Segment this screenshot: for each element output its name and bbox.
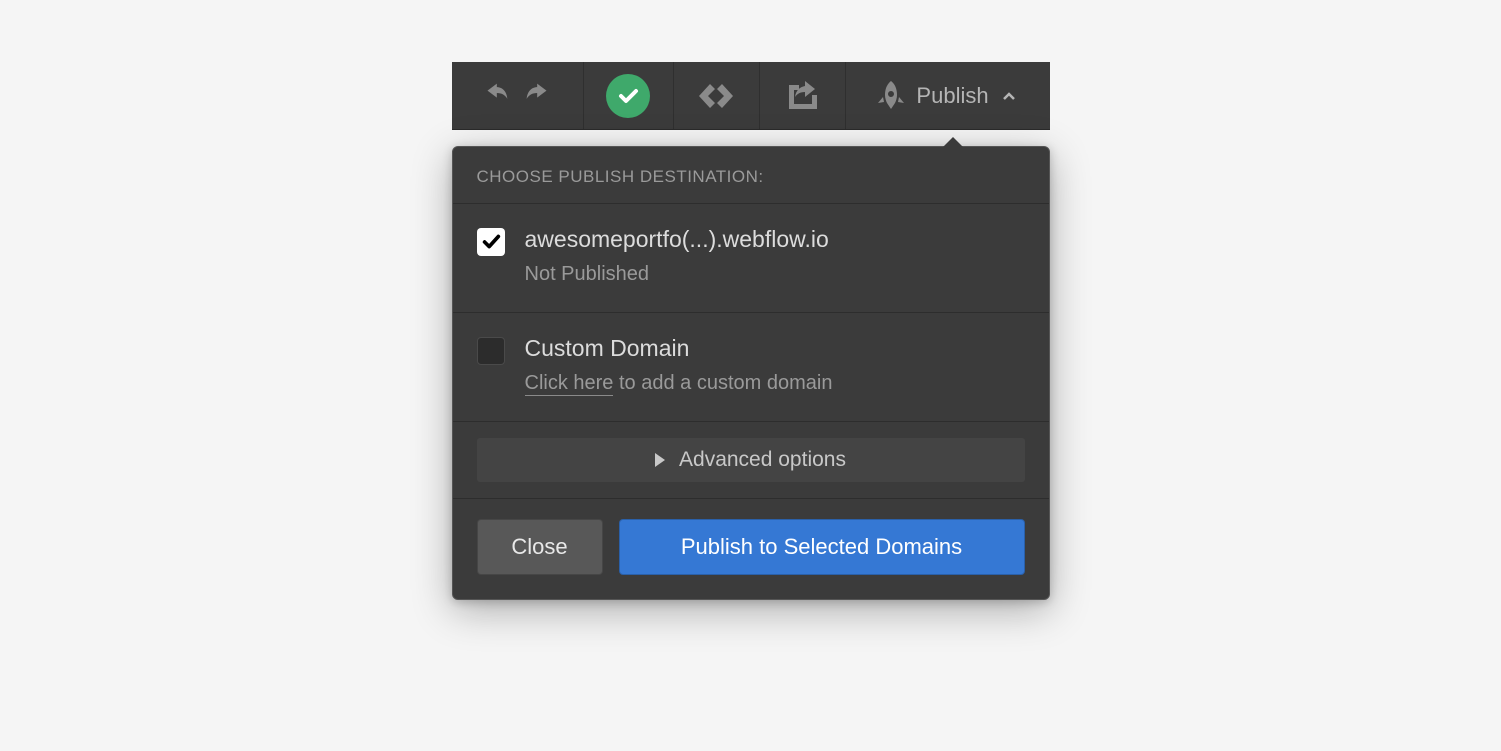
publish-label: Publish: [916, 83, 988, 109]
export-icon: [785, 81, 819, 111]
domain-row-custom: Custom Domain Click here to add a custom…: [453, 313, 1049, 422]
domain-row-webflow: awesomeportfo(...).webflow.io Not Publis…: [453, 204, 1049, 313]
advanced-label: Advanced options: [679, 448, 846, 472]
code-icon: [696, 81, 736, 111]
undo-icon[interactable]: [484, 79, 512, 112]
chevron-up-icon: [1001, 88, 1017, 104]
undo-redo-group: [452, 62, 584, 129]
popup-footer: Close Publish to Selected Domains: [453, 499, 1049, 599]
triangle-right-icon: [655, 453, 665, 467]
advanced-options-button[interactable]: Advanced options: [477, 438, 1025, 482]
domain-suffix: to add a custom domain: [613, 372, 832, 394]
code-button[interactable]: [674, 62, 760, 129]
redo-icon[interactable]: [522, 79, 550, 112]
export-button[interactable]: [760, 62, 846, 129]
toolbar: Publish: [452, 62, 1050, 130]
close-button[interactable]: Close: [477, 519, 603, 575]
domain-subtext: Click here to add a custom domain: [525, 372, 833, 395]
popup-header: CHOOSE PUBLISH DESTINATION:: [453, 147, 1049, 204]
domain-title: Custom Domain: [525, 335, 833, 362]
advanced-row: Advanced options: [453, 422, 1049, 499]
add-domain-link[interactable]: Click here: [525, 372, 614, 396]
domain-status: Not Published: [525, 263, 829, 286]
publish-dropdown[interactable]: Publish: [846, 62, 1050, 129]
domain-checkbox-custom[interactable]: [477, 337, 505, 365]
publish-popup: CHOOSE PUBLISH DESTINATION: awesomeportf…: [452, 146, 1050, 600]
status-ok-icon: [606, 74, 650, 118]
rocket-icon: [878, 81, 904, 111]
status-cell[interactable]: [584, 62, 674, 129]
domain-title: awesomeportfo(...).webflow.io: [525, 226, 829, 253]
publish-button[interactable]: Publish to Selected Domains: [619, 519, 1025, 575]
domain-checkbox-webflow[interactable]: [477, 228, 505, 256]
